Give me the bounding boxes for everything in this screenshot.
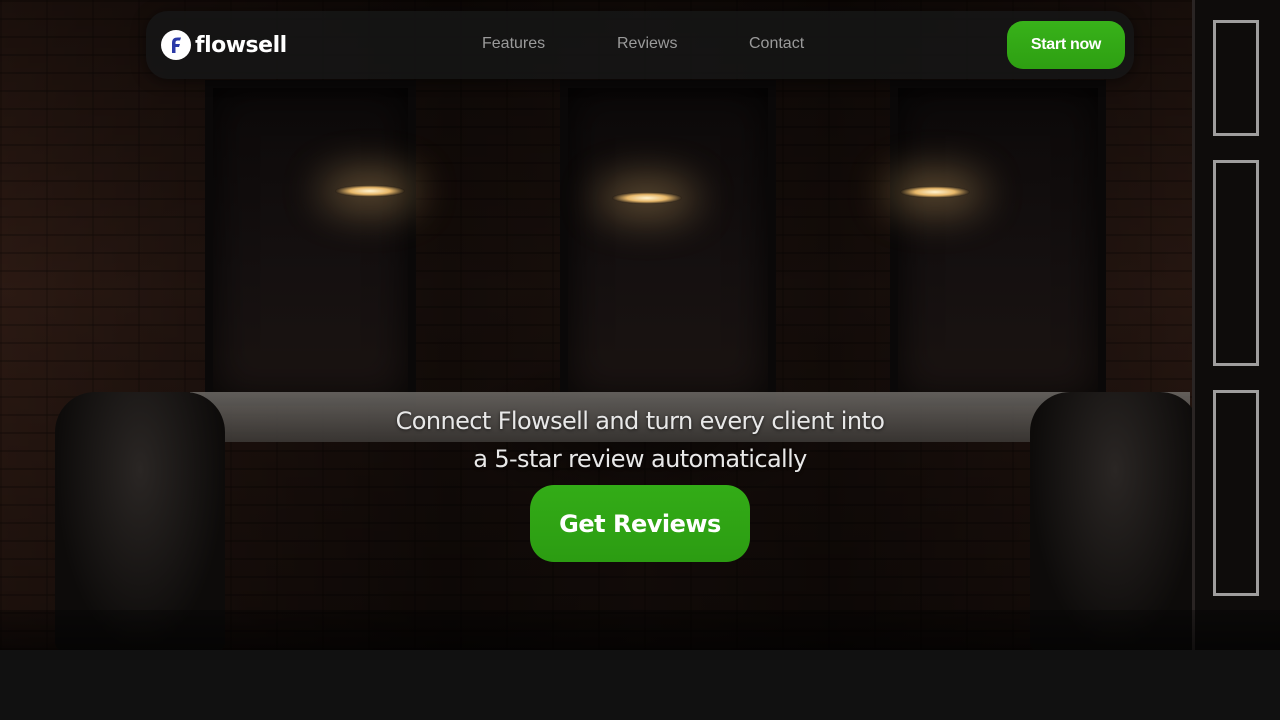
top-navbar: flowsell Features Reviews Contact Start … xyxy=(146,11,1134,79)
nav-link-reviews[interactable]: Reviews xyxy=(617,35,677,53)
hero-headline: Connect Flowsell and turn every client i… xyxy=(340,402,940,478)
hero-headline-line-2: a 5-star review automatically xyxy=(473,445,807,473)
lamp-center xyxy=(612,192,682,204)
start-now-button[interactable]: Start now xyxy=(1007,21,1125,69)
barbershop-mirror-left xyxy=(205,80,416,406)
panelled-door xyxy=(1192,0,1280,650)
barbershop-floor xyxy=(0,610,1280,650)
lamp-left xyxy=(335,185,405,197)
lamp-right xyxy=(900,186,970,198)
nav-link-contact[interactable]: Contact xyxy=(749,35,804,53)
get-reviews-button[interactable]: Get Reviews xyxy=(530,485,750,562)
nav-links: Features Reviews Contact xyxy=(146,11,1134,79)
barbershop-mirror-center xyxy=(560,80,776,406)
hero-headline-line-1: Connect Flowsell and turn every client i… xyxy=(395,407,885,435)
barbershop-mirror-right xyxy=(890,80,1106,406)
nav-link-features[interactable]: Features xyxy=(482,35,545,53)
page-bottom-section xyxy=(0,650,1280,720)
